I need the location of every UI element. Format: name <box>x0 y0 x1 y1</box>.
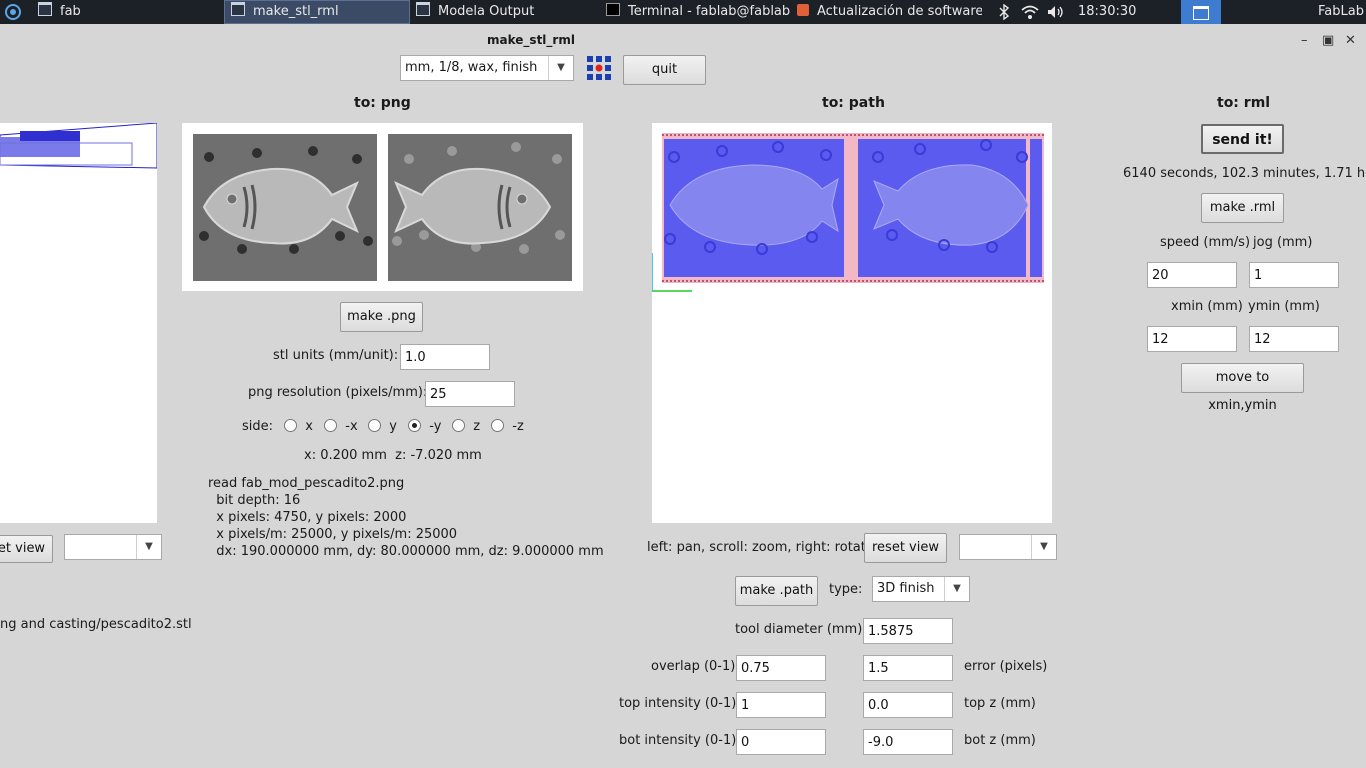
ymin-input[interactable] <box>1249 326 1339 352</box>
chevron-down-icon: ▼ <box>548 56 573 80</box>
window-icon <box>416 2 430 16</box>
xmin-label: xmin (mm) <box>1171 299 1243 314</box>
jog-input[interactable] <box>1249 262 1339 288</box>
minimize-icon[interactable]: – <box>1301 33 1308 48</box>
reset-view-button-left[interactable]: et view <box>0 535 53 563</box>
type-select[interactable]: 3D finish ▼ <box>872 576 970 602</box>
top-z-label: top z (mm) <box>964 696 1036 711</box>
taskbar-item-make-stl-rml[interactable]: make_stl_rml <box>224 0 410 24</box>
radio-icon <box>452 419 465 432</box>
radio-icon <box>491 419 504 432</box>
side-label: side: <box>242 419 274 434</box>
window-title: make_stl_rml <box>487 33 575 47</box>
chevron-down-icon: ▼ <box>944 577 969 601</box>
move-to-xmin-ymin-button[interactable]: move to xmin,ymin <box>1181 363 1304 413</box>
fab-logo-icon <box>586 55 612 81</box>
clock[interactable]: 18:30:30 <box>1078 0 1138 24</box>
make-rml-button[interactable]: make .rml <box>1201 193 1284 223</box>
taskbar: fab make_stl_rml Modela Output Terminal … <box>0 0 1366 24</box>
window-icon <box>231 2 245 16</box>
type-label: type: <box>829 582 863 597</box>
side-radio-neg-x[interactable]: -x <box>324 419 358 434</box>
close-icon[interactable]: ✕ <box>1345 33 1356 48</box>
time-estimate: 6140 seconds, 102.3 minutes, 1.71 hours <box>1123 166 1366 181</box>
chevron-down-icon: ▼ <box>1031 535 1056 559</box>
bot-intensity-input[interactable] <box>736 729 826 755</box>
top-intensity-input[interactable] <box>736 692 826 718</box>
maximize-icon[interactable]: ▣ <box>1322 33 1334 48</box>
workspace-icon[interactable] <box>1181 0 1221 24</box>
radio-selected-icon <box>408 419 421 432</box>
chevron-down-icon: ▼ <box>136 535 161 559</box>
radio-icon <box>368 419 381 432</box>
taskbar-item-fab[interactable]: fab <box>38 0 218 24</box>
side-radio-neg-y[interactable]: -y <box>408 419 441 434</box>
png-resolution-input[interactable] <box>425 381 515 407</box>
radio-icon <box>324 419 337 432</box>
side-radio-y[interactable]: y <box>368 419 397 434</box>
bot-intensity-label: bot intensity (0-1) <box>619 733 737 748</box>
rml-heading: to: rml <box>1217 95 1271 111</box>
taskbar-item-modela-output[interactable]: Modela Output <box>416 0 596 24</box>
stl-view[interactable] <box>0 122 158 523</box>
error-label: error (pixels) <box>964 659 1048 674</box>
path-view-hint: left: pan, scroll: zoom, right: rotate <box>647 540 874 555</box>
xmin-input[interactable] <box>1147 326 1237 352</box>
quit-button[interactable]: quit <box>623 55 706 85</box>
path-heading: to: path <box>822 95 885 111</box>
overlap-label: overlap (0-1) <box>651 659 736 674</box>
bot-z-input[interactable] <box>863 729 953 755</box>
volume-icon[interactable] <box>1046 0 1068 24</box>
png-coords: x: 0.200 mm z: -7.020 mm <box>304 448 482 463</box>
png-heading: to: png <box>354 95 411 111</box>
stl-units-label: stl units (mm/unit): <box>273 348 399 363</box>
reset-view-button[interactable]: reset view <box>864 533 947 563</box>
menu-icon[interactable] <box>4 0 24 24</box>
user-label[interactable]: FabLab <box>1318 0 1366 24</box>
top-intensity-label: top intensity (0-1) <box>619 696 737 711</box>
bluetooth-icon[interactable] <box>998 0 1014 24</box>
radio-icon <box>284 419 297 432</box>
side-radio-neg-z[interactable]: -z <box>491 419 524 434</box>
top-z-input[interactable] <box>863 692 953 718</box>
speed-label: speed (mm/s) <box>1160 235 1251 250</box>
stl-file-path: ng and casting/pescadito2.stl <box>0 617 192 632</box>
speed-input[interactable] <box>1147 262 1237 288</box>
path-view[interactable] <box>651 123 1052 523</box>
taskbar-item-update[interactable]: Actualización de software <box>797 0 982 24</box>
wifi-icon[interactable] <box>1020 0 1042 24</box>
side-radio-x[interactable]: x <box>284 419 313 434</box>
bot-z-label: bot z (mm) <box>964 733 1036 748</box>
make-png-button[interactable]: make .png <box>340 302 423 332</box>
send-it-button[interactable]: send it! <box>1201 124 1284 154</box>
tool-diameter-label: tool diameter (mm) <box>735 622 863 637</box>
window-icon <box>38 2 52 16</box>
error-input[interactable] <box>863 655 953 681</box>
png-view[interactable] <box>182 123 583 291</box>
terminal-icon <box>606 3 620 16</box>
stl-preview-graphic <box>0 122 158 169</box>
jog-label: jog (mm) <box>1253 235 1313 250</box>
png-resolution-label: png resolution (pixels/mm): <box>248 385 428 400</box>
path-view-select[interactable]: ▼ <box>959 534 1057 560</box>
update-icon <box>797 4 809 16</box>
png-preview-graphic <box>193 134 572 281</box>
side-radio-z[interactable]: z <box>452 419 480 434</box>
overlap-input[interactable] <box>736 655 826 681</box>
left-view-select[interactable]: ▼ <box>64 534 162 560</box>
stl-units-input[interactable] <box>400 344 490 370</box>
png-info: read fab_mod_pescadito2.png bit depth: 1… <box>208 476 604 559</box>
tool-diameter-input[interactable] <box>863 618 953 644</box>
taskbar-item-terminal[interactable]: Terminal - fablab@fablab... <box>606 0 790 24</box>
ymin-label: ymin (mm) <box>1248 299 1320 314</box>
make-path-button[interactable]: make .path <box>735 576 818 606</box>
process-select[interactable]: mm, 1/8, wax, finish ▼ <box>400 55 574 81</box>
path-preview-graphic <box>651 133 1044 292</box>
